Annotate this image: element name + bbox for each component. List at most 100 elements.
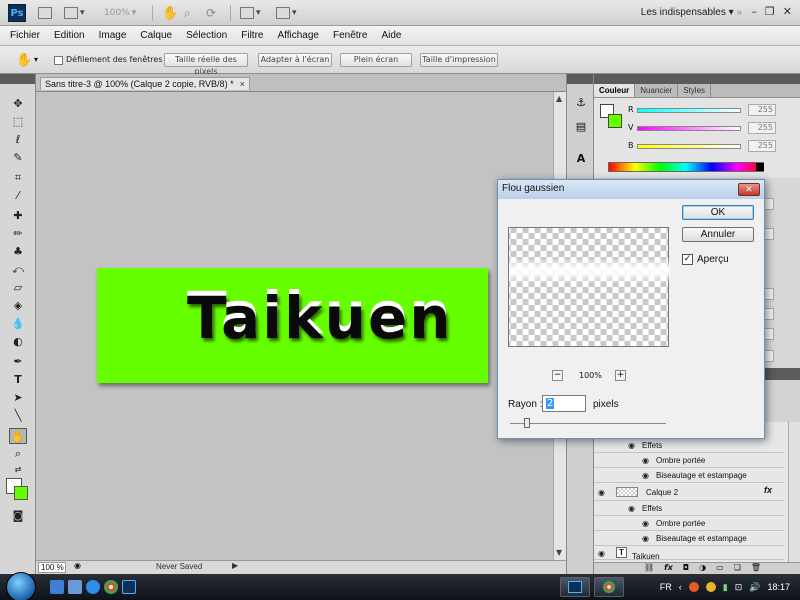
radius-input[interactable]: 2 [542, 395, 586, 412]
trash-icon[interactable]: 🗑 [751, 563, 761, 574]
chrome-icon[interactable] [104, 580, 118, 594]
healing-brush-icon[interactable]: ✚ [9, 208, 27, 224]
full-screen-button[interactable]: Plein écran [340, 53, 412, 67]
clock[interactable]: 18:17 [767, 582, 790, 592]
green-slider[interactable]: V 255 [628, 122, 798, 134]
menu-fichier[interactable]: Fichier [10, 30, 40, 41]
zoom-in-button[interactable]: + [615, 370, 626, 381]
zoom-out-button[interactable]: − [552, 370, 563, 381]
tab-styles[interactable]: Styles [678, 84, 712, 97]
close-icon[interactable]: ✕ [783, 5, 792, 18]
language-indicator[interactable]: FR [660, 582, 672, 592]
hand-tool-icon[interactable]: ✋ [9, 428, 27, 444]
menu-affichage[interactable]: Affichage [277, 30, 319, 41]
taskbar-photoshop[interactable] [560, 577, 590, 597]
switch-windows-icon[interactable] [68, 580, 82, 594]
pen-tool-icon[interactable]: ✒ [9, 354, 27, 370]
background-color-swatch[interactable] [608, 114, 622, 128]
photoshop-icon[interactable] [122, 580, 136, 594]
layer-effect-row[interactable]: ◉ Ombre portée [594, 516, 784, 531]
tray-app-icon[interactable] [688, 582, 699, 592]
blue-slider[interactable]: B 255 [628, 140, 798, 152]
layer-effect-row[interactable]: ◉ Biseautage et estampage [594, 531, 784, 546]
dodge-tool-icon[interactable]: ◐ [9, 334, 27, 350]
blur-tool-icon[interactable]: 💧 [9, 316, 27, 332]
folder-icon[interactable]: ▭ [716, 563, 724, 574]
line-tool-icon[interactable]: ╲ [9, 408, 27, 424]
eye-icon[interactable]: ◉ [628, 441, 638, 450]
ok-button[interactable]: OK [682, 205, 754, 220]
start-button[interactable] [6, 572, 36, 600]
history-brush-icon[interactable]: ⤺ [9, 262, 27, 278]
history-panel-icon[interactable]: ⚓ [573, 96, 589, 112]
network-icon[interactable]: ⊡ [735, 582, 743, 593]
show-desktop-icon[interactable] [50, 580, 64, 594]
red-value[interactable]: 255 [748, 104, 776, 116]
radius-slider-track[interactable] [510, 423, 666, 424]
brush-tool-icon[interactable]: ✏ [9, 226, 27, 242]
menu-calque[interactable]: Calque [140, 30, 172, 41]
layer-row-calque-2[interactable]: ◉ Calque 2 fx [594, 483, 784, 501]
character-panel-icon[interactable]: A [573, 152, 589, 168]
blur-preview[interactable] [508, 227, 670, 347]
tab-nuancier[interactable]: Nuancier [635, 84, 679, 97]
actual-pixels-button[interactable]: Taille réelle des pixels [164, 53, 248, 76]
canvas-area[interactable]: Taikuen [36, 92, 553, 560]
type-tool-icon[interactable]: T [9, 372, 27, 388]
blue-track[interactable] [637, 144, 741, 149]
eye-icon[interactable]: ◉ [642, 534, 652, 543]
restore-icon[interactable]: ❐ [765, 5, 775, 18]
radius-slider-thumb[interactable] [524, 418, 530, 428]
tray-app-icon[interactable] [705, 582, 716, 592]
layers-scrollbar[interactable] [788, 422, 800, 562]
menu-fenetre[interactable]: Fenêtre [333, 30, 367, 41]
fit-screen-button[interactable]: Adapter à l'écran [258, 53, 332, 67]
scroll-all-windows-checkbox[interactable] [54, 56, 63, 65]
red-track[interactable] [637, 108, 741, 113]
fx-icon[interactable]: fx [764, 485, 772, 495]
clone-stamp-icon[interactable]: ♣ [9, 244, 27, 260]
status-zoom-field[interactable]: 100 % [38, 562, 66, 573]
tab-couleur[interactable]: Couleur [594, 84, 636, 97]
quick-mask-icon[interactable]: ◙ [9, 508, 27, 524]
zoom-level-menu[interactable]: 100% ▾ [104, 5, 136, 21]
eye-icon[interactable]: ◉ [628, 504, 638, 513]
close-icon[interactable]: ✕ [738, 183, 760, 196]
hand-tool-button[interactable]: ✋ [162, 5, 178, 21]
workspace-switcher[interactable]: Les indispensables ▾ » [641, 7, 742, 18]
status-menu-arrow-icon[interactable]: ▶ [232, 561, 238, 570]
screen-button[interactable]: ▾ [276, 5, 297, 21]
print-size-button[interactable]: Taille d'impression [420, 53, 498, 67]
bridge-button[interactable] [38, 5, 52, 21]
screen-mode-button[interactable]: ▾ [64, 5, 85, 21]
document-tab[interactable]: Sans titre-3 @ 100% (Calque 2 copie, RVB… [40, 77, 250, 90]
document-canvas[interactable]: Taikuen [97, 268, 488, 383]
arrange-documents-button[interactable]: ▾ [240, 5, 261, 21]
eraser-tool-icon[interactable]: ▱ [9, 280, 27, 296]
eyedropper-tool-icon[interactable]: ⁄ [9, 188, 27, 204]
taskbar-chrome[interactable] [594, 577, 624, 597]
rotate-view-button[interactable]: ⟳ [206, 5, 216, 21]
volume-icon[interactable]: 🔊 [749, 582, 760, 593]
adjustment-icon[interactable]: ◑ [699, 563, 706, 574]
link-icon[interactable]: ⛓ [644, 563, 654, 574]
layer-effect-row[interactable]: ◉ Ombre portée [594, 453, 784, 468]
chevron-down-icon[interactable]: ▾ [34, 55, 38, 64]
lasso-tool-icon[interactable]: ℓ [9, 132, 27, 148]
swap-colors-icon[interactable]: ⇄ [9, 462, 27, 478]
red-slider[interactable]: R 255 [628, 104, 798, 116]
signal-icon[interactable]: ▮ [723, 582, 728, 593]
eye-icon[interactable]: ◉ [642, 471, 652, 480]
quick-selection-icon[interactable]: ✎ [9, 150, 27, 166]
eye-icon[interactable]: ◉ [642, 519, 652, 528]
eye-icon[interactable]: ◉ [642, 456, 652, 465]
close-icon[interactable]: × [240, 79, 245, 89]
background-color-swatch[interactable] [14, 486, 28, 500]
internet-explorer-icon[interactable] [86, 580, 100, 594]
layer-effects-row[interactable]: ◉ Effets [594, 501, 784, 516]
hand-icon[interactable]: ✋ [16, 53, 32, 68]
eye-icon[interactable]: ◉ [598, 488, 608, 497]
path-selection-icon[interactable]: ➤ [9, 390, 27, 406]
zoom-tool-button[interactable]: ⌕ [184, 5, 191, 21]
layer-effect-row[interactable]: ◉ Biseautage et estampage [594, 468, 784, 483]
